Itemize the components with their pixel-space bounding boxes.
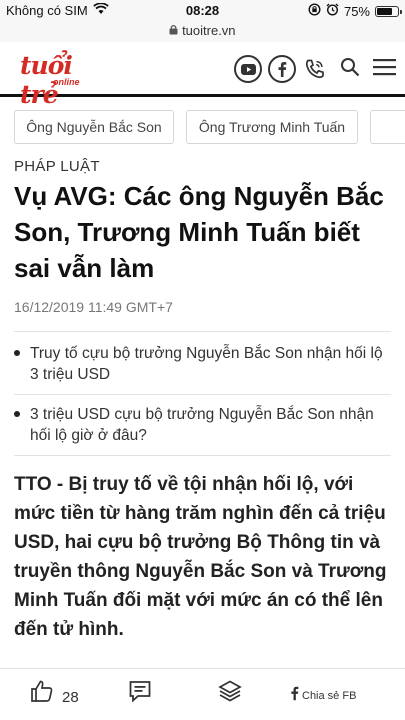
- status-right: 75%: [308, 3, 402, 19]
- tag-chip[interactable]: Ông Trương Minh Tuấn: [186, 110, 358, 144]
- url-text[interactable]: tuoitre.vn: [182, 23, 235, 38]
- search-icon[interactable]: [340, 57, 360, 82]
- youtube-icon[interactable]: [234, 55, 262, 83]
- divider: [14, 394, 391, 395]
- battery-icon: [375, 5, 402, 17]
- article-title: Vụ AVG: Các ông Nguyễn Bắc Son, Trương M…: [14, 181, 384, 283]
- related-article[interactable]: Truy tố cựu bộ trưởng Nguyễn Bắc Son nhậ…: [14, 343, 394, 385]
- lock-icon: [169, 23, 182, 38]
- thumbs-up-icon: [30, 679, 54, 708]
- facebook-f-icon: [290, 685, 299, 706]
- facebook-icon[interactable]: [268, 55, 296, 83]
- related-stack-button[interactable]: [218, 679, 242, 708]
- address-bar[interactable]: tuoitre.vn: [0, 22, 405, 42]
- bullet-icon: [14, 350, 20, 356]
- site-header: tuổi trẻ online: [0, 42, 405, 109]
- like-button[interactable]: 28: [30, 679, 79, 708]
- layers-icon: [218, 679, 242, 708]
- phone-icon[interactable]: [304, 58, 326, 85]
- bullet-icon: [14, 411, 20, 417]
- share-facebook-button[interactable]: Chia sẻ FB: [290, 685, 356, 706]
- related-article-text[interactable]: Truy tố cựu bộ trưởng Nguyễn Bắc Son nhậ…: [30, 345, 383, 383]
- logo-sub-text: online: [53, 77, 80, 87]
- divider: [14, 455, 391, 456]
- orientation-lock-icon: [308, 3, 321, 19]
- bottom-action-bar: 28 Chia sẻ FB: [0, 668, 405, 720]
- article-category[interactable]: PHÁP LUẬT: [14, 158, 100, 175]
- divider: [14, 331, 391, 332]
- battery-fill: [377, 7, 392, 15]
- site-logo[interactable]: tuổi trẻ online: [20, 51, 112, 109]
- comment-icon: [128, 679, 152, 708]
- comment-button[interactable]: [128, 679, 152, 708]
- status-bar: Không có SIM 08:28 75%: [0, 0, 405, 22]
- share-label: Chia sẻ FB: [302, 689, 357, 702]
- article-lead: TTO - Bị truy tố về tội nhận hối lộ, với…: [14, 474, 387, 640]
- battery-percent: 75%: [343, 3, 370, 19]
- likes-count: 28: [62, 689, 79, 706]
- topic-tags: Ông Nguyễn Bắc Son Ông Trương Minh Tuấn: [0, 108, 405, 148]
- article-date: 16/12/2019 11:49 GMT+7: [14, 299, 173, 315]
- related-article-text[interactable]: 3 triệu USD cựu bộ trưởng Nguyễn Bắc Son…: [30, 406, 374, 444]
- tag-chip-partial[interactable]: [370, 110, 405, 144]
- alarm-icon: [326, 3, 339, 19]
- tag-chip[interactable]: Ông Nguyễn Bắc Son: [14, 110, 174, 144]
- menu-icon[interactable]: [373, 58, 396, 81]
- related-article[interactable]: 3 triệu USD cựu bộ trưởng Nguyễn Bắc Son…: [14, 404, 394, 446]
